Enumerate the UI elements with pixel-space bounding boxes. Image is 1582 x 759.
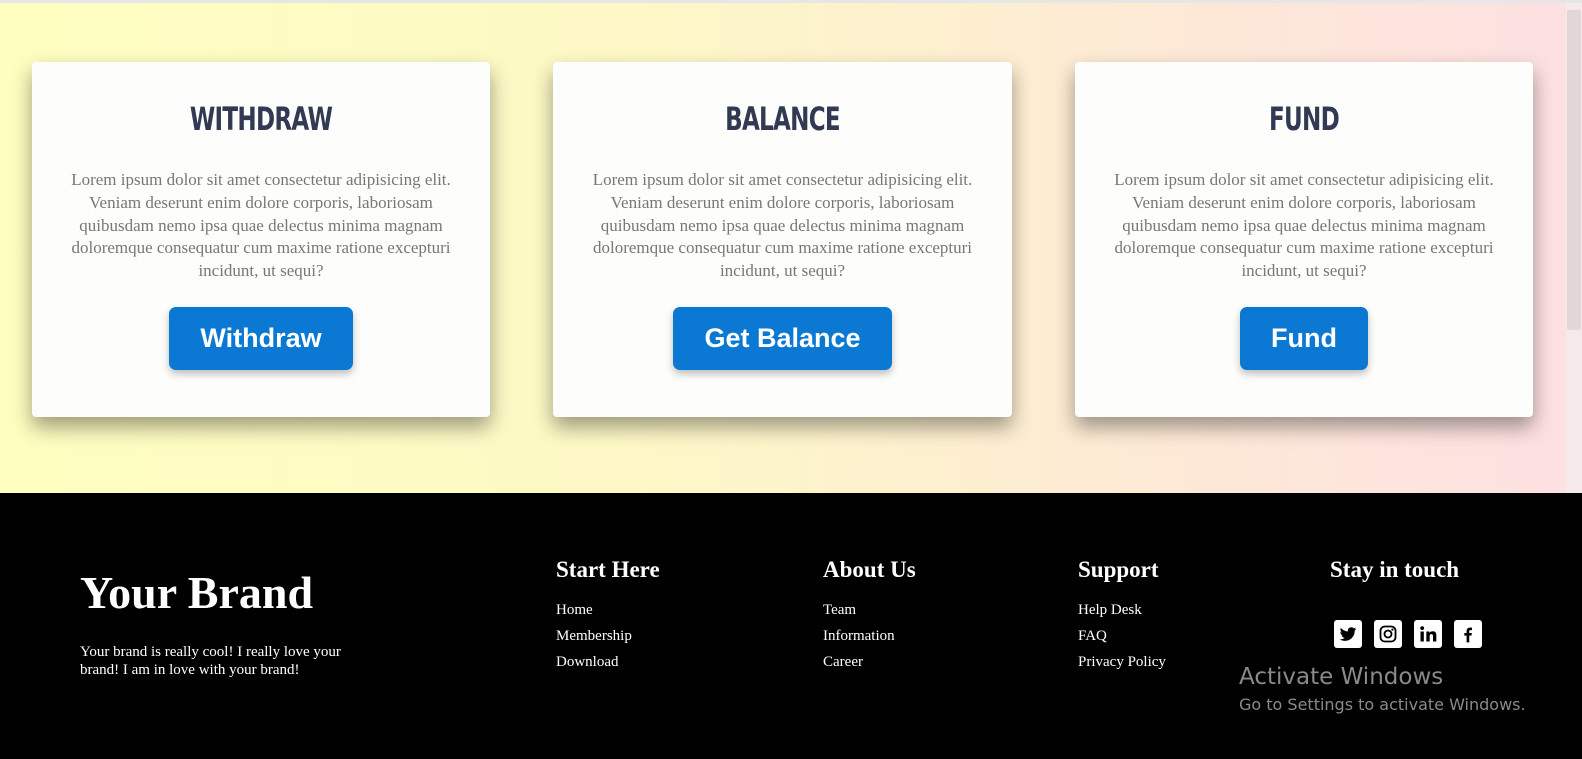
- linkedin-icon[interactable]: [1414, 620, 1442, 648]
- footer-column-start-here: Start Here Home Membership Download: [556, 555, 660, 675]
- fund-button[interactable]: Fund: [1240, 306, 1368, 370]
- facebook-icon[interactable]: [1454, 620, 1482, 648]
- footer-link-privacy-policy[interactable]: Privacy Policy: [1078, 649, 1166, 675]
- card-title-withdraw: WITHDRAW: [189, 100, 333, 138]
- balance-card: BALANCE Lorem ipsum dolor sit amet conse…: [553, 62, 1012, 417]
- fund-card: FUND Lorem ipsum dolor sit amet consecte…: [1075, 62, 1533, 417]
- footer-link-home[interactable]: Home: [556, 597, 660, 623]
- card-title-fund: FUND: [1269, 100, 1340, 138]
- footer-column-about-us: About Us Team Information Career: [823, 555, 916, 675]
- footer-link-career[interactable]: Career: [823, 649, 916, 675]
- card-description-withdraw: Lorem ipsum dolor sit amet consectetur a…: [71, 170, 451, 281]
- card-description-balance: Lorem ipsum dolor sit amet consectetur a…: [592, 170, 973, 281]
- footer-link-membership[interactable]: Membership: [556, 623, 660, 649]
- services-section: WITHDRAW Lorem ipsum dolor sit amet cons…: [0, 3, 1566, 493]
- footer-heading-stay-in-touch: Stay in touch: [1330, 557, 1460, 582]
- footer-brand-name: Your Brand: [80, 567, 314, 618]
- activate-windows-watermark: Activate Windows Go to Settings to activ…: [1239, 663, 1526, 716]
- card-description-fund: Lorem ipsum dolor sit amet consectetur a…: [1114, 170, 1494, 281]
- footer-heading-support: Support: [1078, 557, 1159, 582]
- site-footer: Your Brand Your brand is really cool! I …: [0, 493, 1582, 759]
- activate-windows-subtitle: Go to Settings to activate Windows.: [1239, 695, 1526, 714]
- footer-link-information[interactable]: Information: [823, 623, 916, 649]
- footer-link-help-desk[interactable]: Help Desk: [1078, 597, 1166, 623]
- scrollbar-thumb[interactable]: [1567, 10, 1581, 330]
- twitter-icon[interactable]: [1334, 620, 1362, 648]
- social-links: [1334, 620, 1482, 648]
- footer-column-support: Support Help Desk FAQ Privacy Policy: [1078, 555, 1166, 675]
- get-balance-button[interactable]: Get Balance: [673, 306, 892, 370]
- footer-link-team[interactable]: Team: [823, 597, 916, 623]
- footer-heading-start-here: Start Here: [556, 557, 660, 582]
- activate-windows-title: Activate Windows: [1239, 664, 1444, 690]
- instagram-icon[interactable]: [1374, 620, 1402, 648]
- footer-heading-about-us: About Us: [823, 557, 916, 582]
- footer-brand-text: Your brand is really cool! I really love…: [80, 644, 341, 678]
- withdraw-button[interactable]: Withdraw: [169, 306, 353, 370]
- footer-link-download[interactable]: Download: [556, 649, 660, 675]
- card-title-balance: BALANCE: [725, 100, 841, 138]
- withdraw-card: WITHDRAW Lorem ipsum dolor sit amet cons…: [32, 62, 490, 417]
- footer-link-faq[interactable]: FAQ: [1078, 623, 1166, 649]
- footer-column-stay-in-touch: Stay in touch: [1330, 555, 1459, 597]
